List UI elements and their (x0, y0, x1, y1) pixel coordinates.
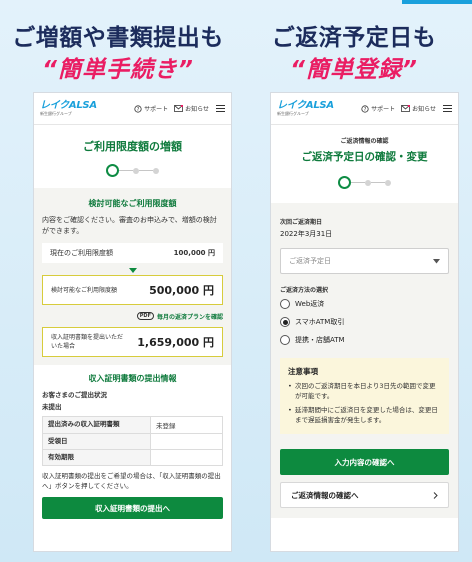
app-header: レイクALSA 新生銀行グループ ? サポート お知らせ (34, 93, 231, 125)
possible-limit-label: 検討可能なご利用限度額 (51, 286, 118, 294)
income-proof-limit-value: 1,659,000 円 (137, 336, 214, 349)
table-cell-value: 未登録 (150, 416, 223, 434)
notice-item: 次回のご返済期日を本日より3日先の範囲で変更が可能です。 (288, 381, 441, 401)
help-circle-icon: ? (361, 104, 369, 112)
left-headline-line2: “簡単手続き” (42, 57, 194, 83)
logo-text: レイクALSA (40, 100, 97, 111)
method-label: ご返済方法の選択 (280, 287, 329, 294)
left-headline-line1: ご増額や書類提出も (12, 25, 224, 51)
table-row: 有効期限 (42, 449, 223, 466)
notice-title: 注意事項 (288, 367, 318, 376)
repayment-date-select-placeholder: ご返済予定日 (289, 257, 331, 265)
available-limit-note: 内容をご確認ください。審査のお申込みで、増額の検討ができます。 (42, 216, 217, 235)
support-link[interactable]: ? サポート (134, 104, 168, 113)
income-docs-table: 提出済みの収入証明書類 未登録 受領日 有効期限 (42, 416, 223, 466)
repayment-info-link[interactable]: ご返済情報の確認へ (280, 482, 449, 508)
help-circle-icon: ? (134, 104, 142, 112)
income-docs-note: 収入証明書類の提出をご希望の場合は、「収入証明書類の提出へ」ボタンを押してくださ… (42, 472, 221, 490)
radio-button[interactable] (280, 299, 290, 309)
left-phone-screen: レイクALSA 新生銀行グループ ? サポート お知らせ ご利用限度額の増額 検… (33, 92, 232, 552)
current-limit-value: 100,000 円 (173, 249, 215, 257)
table-cell-value (150, 433, 223, 450)
method-option-web[interactable]: Web返済 (280, 299, 449, 309)
notice-label: お知らせ (185, 106, 209, 113)
income-docs-title: 収入証明書類の提出情報 (88, 374, 177, 383)
submit-income-docs-button[interactable]: 収入証明書類の提出へ (42, 497, 223, 519)
top-accent-bar (402, 0, 472, 4)
possible-limit-value: 500,000 円 (149, 284, 214, 297)
submission-status-value: 未提出 (42, 403, 62, 411)
mail-icon (401, 105, 411, 112)
method-option-label: 提携・店舗ATM (295, 336, 345, 344)
notice-link[interactable]: お知らせ (174, 104, 209, 113)
method-option-partner-atm[interactable]: 提携・店舗ATM (280, 335, 449, 345)
menu-icon[interactable] (216, 104, 225, 113)
menu-icon[interactable] (443, 104, 452, 113)
step-indicator (34, 164, 231, 177)
current-limit-row: 現在のご利用限度額 100,000 円 (42, 243, 223, 263)
notice-link[interactable]: お知らせ (401, 104, 436, 113)
next-date-label: 次回ご返済期日 (280, 219, 323, 226)
possible-limit-row: 検討可能なご利用限度額 500,000 円 (42, 275, 223, 305)
step-dot (385, 179, 391, 186)
current-limit-label: 現在のご利用限度額 (50, 249, 113, 257)
logo-subtext: 新生銀行グループ (277, 111, 309, 116)
pdf-icon: PDF (136, 312, 154, 320)
radio-button-selected[interactable] (280, 317, 290, 327)
right-headline-line1: ご返済予定日も (271, 25, 437, 51)
chevron-down-icon (433, 258, 440, 263)
available-limit-card: 検討可能なご利用限度額 内容をご確認ください。審査のお申込みで、増額の検討ができ… (34, 188, 231, 365)
logo-text: レイクALSA (277, 100, 334, 111)
step-current (338, 176, 351, 189)
repayment-info-link-text: ご返済情報の確認へ (291, 490, 359, 500)
notice-box: 注意事項 次回のご返済期日を本日より3日先の範囲で変更が可能です。 延滞期間中に… (280, 358, 449, 434)
page-title: ご利用限度額の増額 (83, 140, 182, 153)
available-limit-title: 検討可能なご利用限度額 (88, 199, 177, 208)
mail-icon (174, 105, 184, 112)
right-phone-screen: レイクALSA 新生銀行グループ ? サポート お知らせ ご返済情報の確認 ご返… (270, 92, 459, 552)
table-cell-value (150, 449, 223, 466)
radio-button[interactable] (280, 335, 290, 345)
step-current (106, 164, 119, 177)
table-cell-key: 提出済みの収入証明書類 (42, 416, 151, 434)
right-headline: ご返済予定日も “簡単登録” (236, 22, 472, 86)
table-row: 受領日 (42, 433, 223, 450)
step-indicator (271, 176, 458, 189)
left-headline: ご増額や書類提出も “簡単手続き” (0, 22, 236, 86)
method-option-label: Web返済 (295, 300, 325, 308)
brand-logo[interactable]: レイクALSA 新生銀行グループ (277, 101, 334, 116)
support-label: サポート (371, 106, 396, 113)
app-header: レイクALSA 新生銀行グループ ? サポート お知らせ (271, 93, 458, 125)
notice-label: お知らせ (412, 106, 436, 113)
confirm-input-button[interactable]: 入力内容の確認へ (280, 449, 449, 475)
brand-logo[interactable]: レイクALSA 新生銀行グループ (40, 101, 97, 116)
submission-status-heading: お客さまのご提出状況 (42, 391, 107, 399)
next-date-value: 2022年3月31日 (280, 230, 333, 238)
right-headline-line2: “簡単登録” (290, 57, 418, 83)
logo-subtext: 新生銀行グループ (40, 111, 72, 116)
table-cell-key: 有効期限 (42, 449, 151, 466)
table-row: 提出済みの収入証明書類 未登録 (42, 416, 223, 434)
notice-item: 延滞期間中にご返済日を変更した場合は、変更日まで遅延損害金が発生します。 (288, 405, 441, 425)
income-proof-limit-label: 収入証明書類を提出いただいた場合 (51, 334, 124, 350)
breadcrumb: ご返済情報の確認 (340, 138, 389, 145)
chevron-right-icon (433, 491, 438, 499)
repayment-date-select[interactable]: ご返済予定日 (280, 248, 449, 274)
step-dot (153, 167, 159, 174)
repayment-date-form: 次回ご返済期日 2022年3月31日 ご返済予定日 ご返済方法の選択 Web返済… (271, 203, 458, 518)
method-option-smartphone-atm[interactable]: スマホATM取引 (280, 317, 449, 327)
table-cell-key: 受領日 (42, 433, 151, 450)
repayment-plan-link-text: 毎月の返済プランを確認 (156, 313, 223, 321)
arrow-down-icon (42, 263, 223, 275)
notice-list: 次回のご返済期日を本日より3日先の範囲で変更が可能です。 延滞期間中にご返済日を… (288, 381, 441, 425)
support-link[interactable]: ? サポート (361, 104, 395, 113)
income-proof-limit-row: 収入証明書類を提出いただいた場合 1,659,000 円 (42, 327, 223, 357)
repayment-plan-link[interactable]: PDF 毎月の返済プランを確認 (42, 311, 223, 321)
income-docs-card: 収入証明書類の提出情報 お客さまのご提出状況 未提出 提出済みの収入証明書類 未… (34, 365, 231, 519)
method-option-label: スマホATM取引 (295, 318, 345, 326)
support-label: サポート (144, 106, 169, 113)
page-title: ご返済予定日の確認・変更 (301, 151, 428, 163)
